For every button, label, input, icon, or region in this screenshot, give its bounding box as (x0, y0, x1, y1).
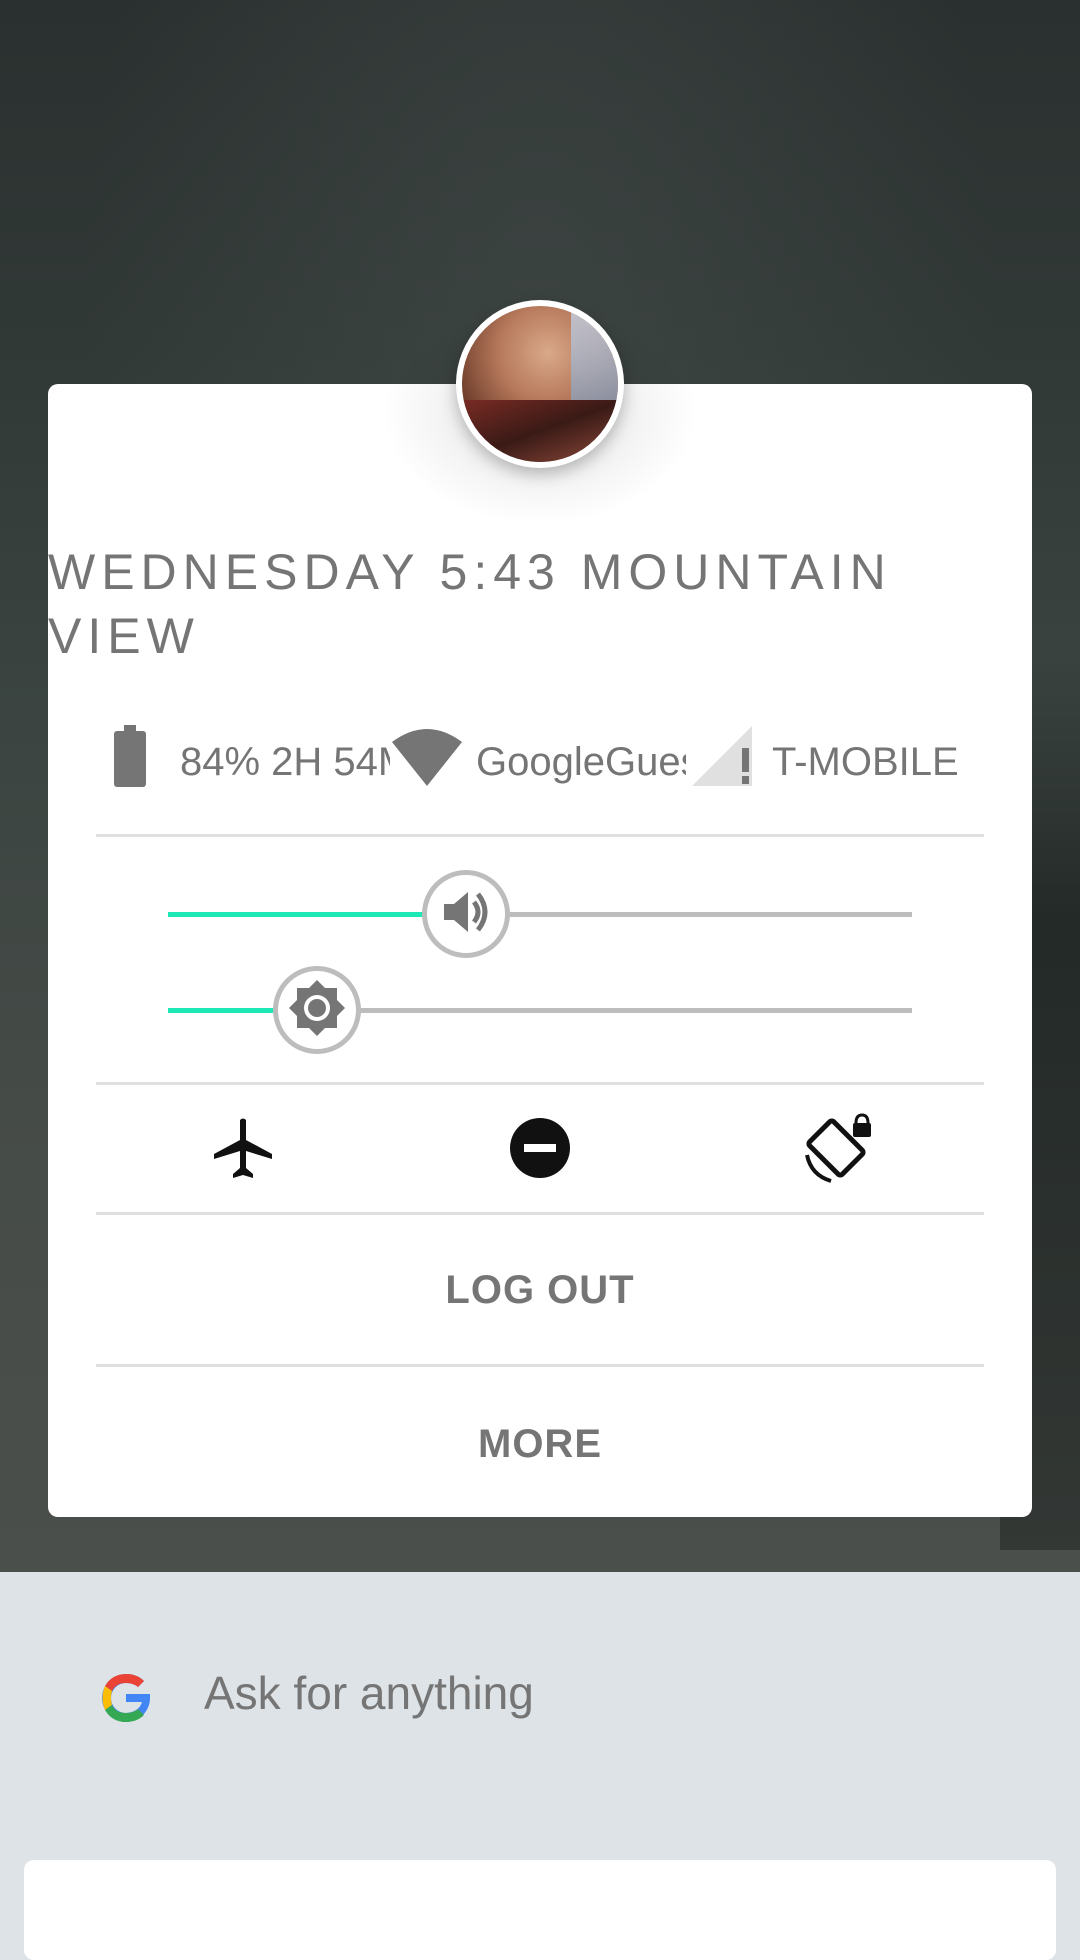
carrier-text: T-MOBILE (772, 739, 959, 784)
wifi-icon (392, 728, 462, 796)
status-row: 84% 2H 54M GoogleGuest T-MOBILE (96, 725, 984, 799)
log-out-button[interactable]: LOG OUT (96, 1268, 984, 1313)
bottom-card (24, 1860, 1056, 1960)
divider (96, 1212, 984, 1215)
user-avatar[interactable] (456, 300, 624, 468)
brightness-icon (287, 978, 347, 1043)
cell-signal-icon (692, 726, 754, 798)
brightness-thumb[interactable] (273, 966, 361, 1054)
avatar-photo (462, 306, 618, 462)
airplane-icon (210, 1116, 274, 1185)
battery-icon (114, 725, 146, 799)
battery-text: 84% 2H 54M (180, 739, 390, 784)
rotation-lock-toggle[interactable] (790, 1110, 886, 1190)
date-time-location: WEDNESDAY 5:43 MOUNTAIN VIEW (48, 544, 892, 664)
brightness-slider[interactable] (168, 964, 912, 1056)
google-logo-icon (96, 1668, 156, 1728)
do-not-disturb-icon (508, 1116, 572, 1185)
search-placeholder: Ask for anything (204, 1667, 534, 1719)
divider (96, 1364, 984, 1367)
search-bar[interactable]: Ask for anything (96, 1660, 996, 1740)
rotation-lock-icon (801, 1111, 875, 1190)
more-button[interactable]: MORE (96, 1422, 984, 1467)
airplane-mode-toggle[interactable] (194, 1110, 290, 1190)
wifi-status[interactable]: GoogleGuest (392, 726, 686, 798)
carrier-status[interactable]: T-MOBILE (692, 726, 959, 798)
divider (96, 1082, 984, 1085)
speaker-icon (438, 884, 494, 945)
wifi-text: GoogleGuest (476, 739, 686, 784)
volume-thumb[interactable] (422, 870, 510, 958)
divider (96, 834, 984, 837)
volume-slider[interactable] (168, 868, 912, 960)
battery-status[interactable]: 84% 2H 54M (114, 725, 390, 799)
do-not-disturb-toggle[interactable] (492, 1110, 588, 1190)
